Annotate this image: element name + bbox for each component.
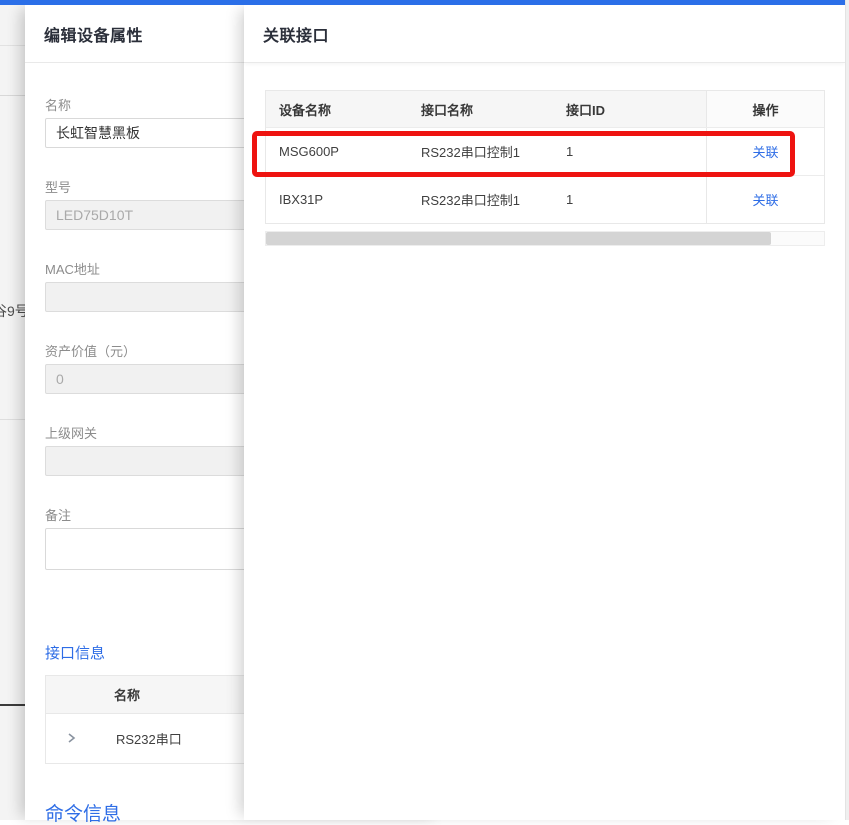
interface-id-column-header: 接口ID xyxy=(553,91,706,127)
interface-id-cell: 1 xyxy=(553,128,706,175)
background-divider xyxy=(0,419,25,420)
device-name-cell: IBX31P xyxy=(266,176,408,223)
associate-interface-title: 关联接口 xyxy=(263,22,329,46)
device-name-cell: MSG600P xyxy=(266,128,408,175)
browser-loading-bar xyxy=(0,0,845,5)
interface-name-cell: RS232串口控制1 xyxy=(408,128,553,175)
interface-name-column-header: 接口名称 xyxy=(408,91,553,127)
associate-interface-header: 关联接口 xyxy=(244,5,845,63)
edit-device-title: 编辑设备属性 xyxy=(44,22,143,46)
interface-name-column-header: 名称 xyxy=(114,685,140,704)
table-row: MSG600P RS232串口控制1 1 关联 xyxy=(266,127,824,175)
underlying-page-strip: 谷9号 xyxy=(0,5,25,820)
page-scrollbar-gutter[interactable] xyxy=(845,0,849,820)
background-divider xyxy=(0,45,25,46)
device-name-column-header: 设备名称 xyxy=(266,91,408,127)
background-divider xyxy=(0,95,25,96)
associate-interface-table: 设备名称 接口名称 接口ID 操作 MSG600P RS232串口控制1 1 关… xyxy=(265,90,825,224)
scrollbar-thumb[interactable] xyxy=(266,232,771,245)
table-header-row: 设备名称 接口名称 接口ID 操作 xyxy=(266,91,824,127)
background-panel-edge xyxy=(0,704,25,706)
table-horizontal-scrollbar[interactable] xyxy=(265,231,825,246)
operation-column-header: 操作 xyxy=(706,91,824,127)
chevron-right-icon[interactable] xyxy=(64,731,78,745)
table-row: IBX31P RS232串口控制1 1 关联 xyxy=(266,175,824,223)
background-address-text: 谷9号 xyxy=(0,301,25,321)
associate-link[interactable]: 关联 xyxy=(752,142,778,161)
interface-id-cell: 1 xyxy=(553,176,706,223)
associate-link[interactable]: 关联 xyxy=(752,190,778,209)
associate-interface-drawer: 关联接口 设备名称 接口名称 接口ID 操作 MSG600P RS232串口控制… xyxy=(244,5,845,820)
interface-name-cell: RS232串口控制1 xyxy=(408,176,553,223)
